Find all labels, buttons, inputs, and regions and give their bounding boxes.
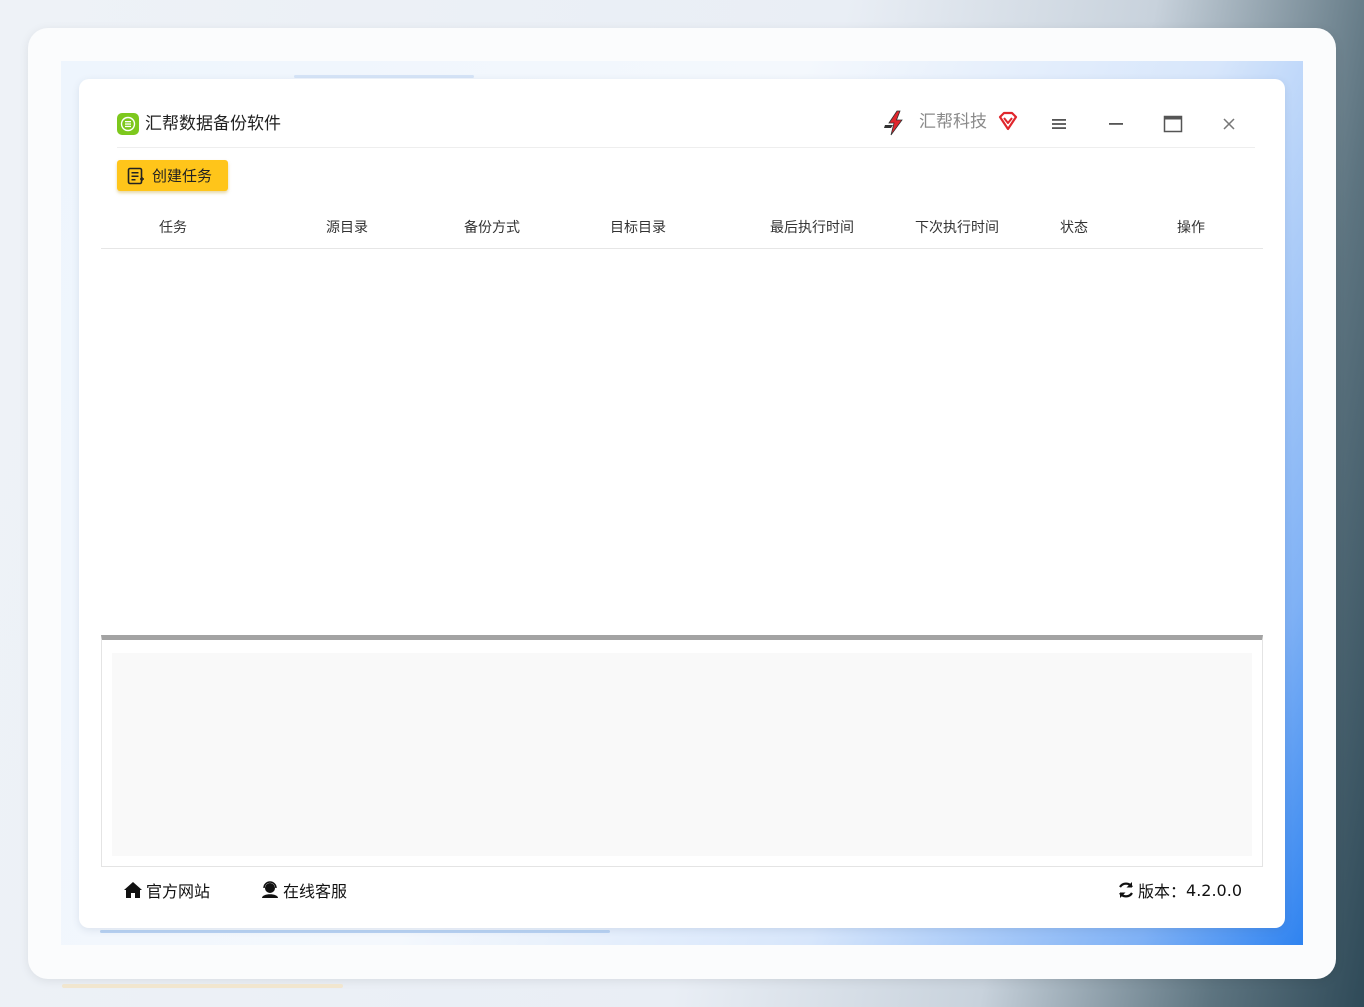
app-logo-icon [117, 113, 139, 135]
refresh-icon [1119, 882, 1133, 898]
title-bar[interactable]: 汇帮数据备份软件 汇帮科技 [117, 107, 1255, 148]
column-header-actions[interactable]: 操作 [1177, 217, 1205, 237]
close-button[interactable] [1211, 107, 1247, 141]
task-table-header: 任务 源目录 备份方式 目标目录 最后执行时间 下次执行时间 状态 操作 [101, 207, 1263, 249]
close-icon [1223, 118, 1235, 130]
version-label: 版本： [1138, 882, 1187, 901]
column-header-next-run[interactable]: 下次执行时间 [915, 217, 999, 237]
version-info[interactable]: 版本： 4.2.0.0 [1117, 878, 1242, 902]
home-icon [124, 882, 142, 898]
app-title: 汇帮数据备份软件 [145, 114, 281, 134]
create-task-label: 创建任务 [152, 167, 213, 185]
column-header-target-dir[interactable]: 目标目录 [610, 217, 666, 237]
decorative-line [294, 75, 474, 78]
minimize-icon [1109, 123, 1123, 125]
menu-button[interactable] [1041, 107, 1077, 141]
create-task-button[interactable]: 创建任务 [117, 160, 228, 191]
column-header-task[interactable]: 任务 [159, 217, 187, 237]
official-site-link[interactable]: 官方网站 [123, 878, 210, 902]
customer-service-icon [262, 881, 278, 898]
brand-name: 汇帮科技 [919, 112, 987, 132]
online-service-label: 在线客服 [283, 882, 348, 901]
vip-diamond-icon[interactable] [997, 110, 1019, 132]
version-value: 4.2.0.0 [1186, 880, 1242, 900]
decorative-line [100, 930, 610, 933]
decorative-line [62, 984, 343, 988]
brand-logo-icon [881, 109, 909, 137]
log-output-area[interactable] [112, 653, 1252, 856]
app-window: 汇帮数据备份软件 汇帮科技 创建任务 任务 源目录 备份方式 目标目录 最后执行… [79, 79, 1285, 928]
column-header-source-dir[interactable]: 源目录 [326, 217, 368, 237]
online-service-link[interactable]: 在线客服 [260, 878, 347, 902]
column-header-backup-mode[interactable]: 备份方式 [464, 217, 520, 237]
minimize-button[interactable] [1098, 107, 1134, 141]
log-panel [101, 635, 1263, 867]
column-header-status[interactable]: 状态 [1060, 217, 1088, 237]
maximize-icon [1163, 115, 1183, 133]
official-site-label: 官方网站 [146, 882, 211, 901]
hamburger-menu-icon [1052, 119, 1066, 129]
maximize-button[interactable] [1155, 107, 1191, 141]
column-header-last-run[interactable]: 最后执行时间 [770, 217, 854, 237]
task-list-icon [127, 167, 144, 184]
